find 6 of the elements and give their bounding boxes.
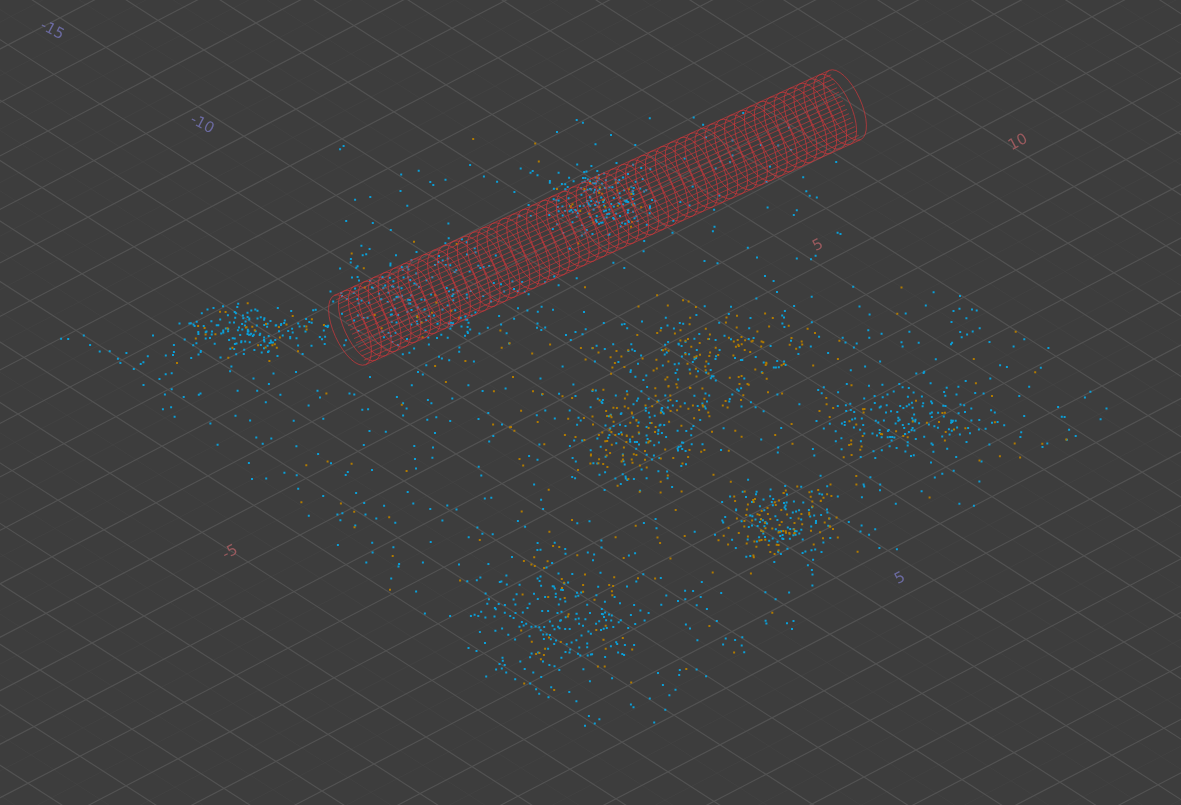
- grid-label: 5: [891, 567, 909, 588]
- grid-label: -10: [187, 109, 218, 138]
- grid-label: 10: [1005, 129, 1031, 154]
- grid-label: -15: [37, 15, 68, 44]
- grid-label: -5: [218, 540, 241, 564]
- grid-label: 5: [809, 234, 827, 255]
